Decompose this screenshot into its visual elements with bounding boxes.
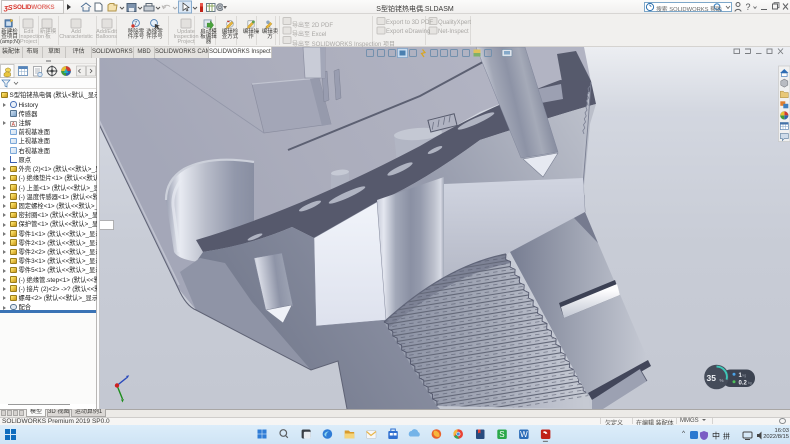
svg-text:拼: 拼 [723, 431, 730, 440]
svg-text:中: 中 [712, 430, 720, 440]
svg-text:S: S [499, 430, 504, 439]
svg-text:kg: kg [743, 374, 747, 378]
svg-text:7: 7 [134, 21, 137, 27]
svg-text:%: % [720, 378, 724, 383]
svg-text:W: W [520, 430, 528, 439]
svg-text:?: ? [746, 2, 751, 12]
svg-text:0.2: 0.2 [739, 381, 748, 387]
svg-text:35: 35 [707, 373, 717, 383]
svg-text:kg: kg [748, 381, 752, 385]
